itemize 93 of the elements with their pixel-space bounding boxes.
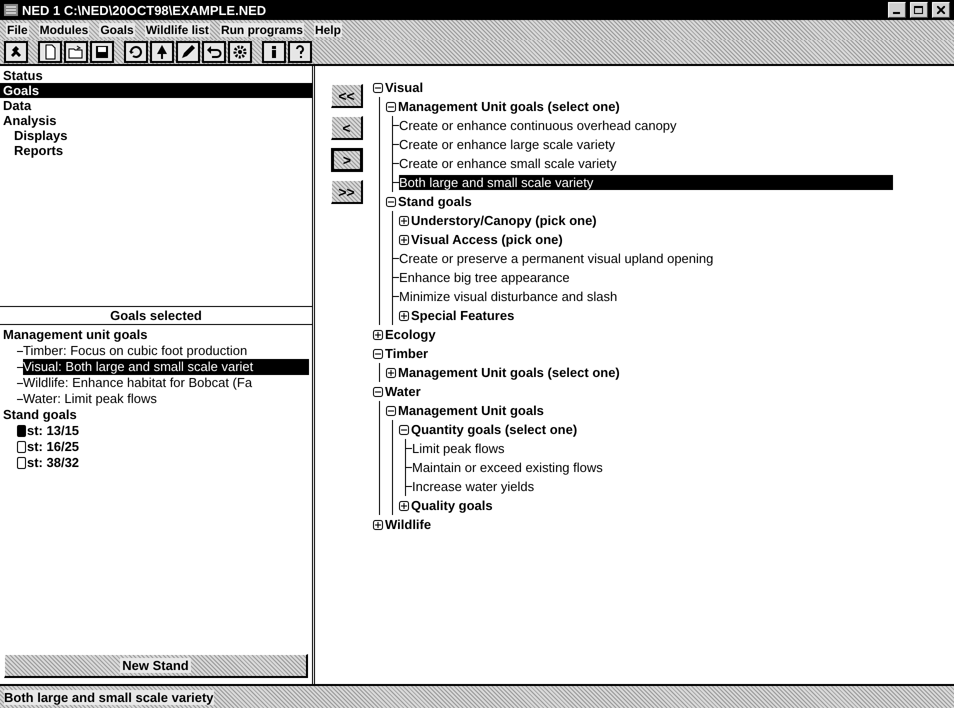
menu-item[interactable]: Wildlife list — [144, 23, 210, 37]
new-stand-button[interactable]: New Stand — [4, 654, 308, 678]
tree-item[interactable]: Limit peak flows — [412, 441, 504, 456]
tree-item[interactable]: Create or enhance continuous overhead canopy — [399, 118, 677, 133]
pencil-icon — [180, 44, 196, 60]
toolbar-button[interactable] — [228, 41, 252, 63]
tree-group-label[interactable]: Quality goals — [411, 498, 493, 513]
move-button[interactable]: > — [331, 148, 363, 172]
window-title: NED 1 C:\NED\20OCT98\EXAMPLE.NED — [22, 2, 268, 18]
expand-icon[interactable] — [399, 500, 409, 510]
toolbar-button[interactable] — [176, 41, 200, 63]
toolbar-button[interactable] — [288, 41, 312, 63]
collapse-icon[interactable] — [373, 386, 383, 396]
app-icon — [4, 4, 18, 16]
tree-item[interactable]: Both large and small scale variety — [399, 175, 894, 190]
move-button[interactable]: < — [331, 116, 363, 140]
expand-icon[interactable] — [373, 520, 383, 530]
collapse-icon[interactable] — [399, 424, 409, 434]
tree-group-label[interactable]: Visual — [385, 80, 424, 95]
menu-item[interactable]: Help — [314, 23, 342, 37]
tree-group-label[interactable]: Timber — [385, 346, 428, 361]
menu-item[interactable]: Run programs — [220, 23, 304, 37]
group-label: Management unit goals — [3, 327, 148, 343]
expand-icon[interactable] — [373, 330, 383, 340]
folder-icon — [68, 44, 84, 60]
toolbar-button[interactable] — [202, 41, 226, 63]
undo-icon — [206, 44, 222, 60]
tree-group-label[interactable]: Management Unit goals (select one) — [398, 99, 620, 114]
tree-group-label[interactable]: Ecology — [385, 327, 436, 342]
menu-item[interactable]: Modules — [38, 23, 90, 37]
selected-goal[interactable]: Timber: Focus on cubic foot production — [23, 343, 309, 359]
nav-item[interactable]: Goals — [0, 83, 312, 98]
move-button[interactable]: << — [331, 84, 363, 108]
save-icon — [94, 44, 110, 60]
tree-item[interactable]: Minimize visual disturbance and slash — [399, 289, 618, 304]
gear-icon — [232, 44, 248, 60]
tree-group-label[interactable]: Quantity goals (select one) — [411, 422, 578, 437]
tree-group-label[interactable]: Wildlife — [385, 517, 432, 532]
nav-item[interactable]: Analysis — [0, 113, 312, 128]
stand-label[interactable]: st: 13/15 — [27, 423, 80, 439]
close-icon — [937, 6, 945, 14]
nav-item[interactable]: Reports — [0, 143, 312, 158]
maximize-icon — [914, 6, 924, 14]
tree-item[interactable]: Enhance big tree appearance — [399, 270, 570, 285]
close-button[interactable] — [932, 2, 950, 18]
collapse-icon[interactable] — [373, 82, 383, 92]
tree-group-label[interactable]: Water — [385, 384, 421, 399]
selected-goal[interactable]: Visual: Both large and small scale variet — [23, 359, 309, 375]
expand-icon[interactable] — [386, 368, 396, 378]
status-text: Both large and small scale variety — [4, 690, 214, 704]
move-button[interactable]: >> — [331, 180, 363, 204]
nav-item[interactable]: Data — [0, 98, 312, 113]
tree-group-label[interactable]: Management Unit goals — [398, 403, 544, 418]
nav-item[interactable]: Displays — [0, 128, 312, 143]
maximize-button[interactable] — [910, 2, 928, 18]
refresh-icon — [128, 44, 144, 60]
stand-label[interactable]: st: 16/25 — [27, 439, 80, 455]
collapse-icon[interactable] — [386, 102, 396, 112]
toolbar-button[interactable] — [38, 41, 62, 63]
stand-marker[interactable] — [17, 457, 26, 469]
menu-item[interactable]: Goals — [99, 23, 135, 37]
tree-item[interactable]: Maintain or exceed existing flows — [412, 460, 603, 475]
tree-item[interactable]: Increase water yields — [412, 479, 534, 494]
expand-icon[interactable] — [399, 310, 409, 320]
toolbar-button[interactable] — [4, 41, 28, 63]
collapse-icon[interactable] — [386, 406, 396, 416]
stand-marker[interactable] — [17, 425, 26, 437]
toolbar-button[interactable] — [262, 41, 286, 63]
toolbar-button[interactable] — [90, 41, 114, 63]
toolbar-button[interactable] — [150, 41, 174, 63]
tree-group-label[interactable]: Visual Access (pick one) — [411, 232, 563, 247]
collapse-icon[interactable] — [386, 196, 396, 206]
collapse-icon[interactable] — [373, 348, 383, 358]
tree-group-label[interactable]: Understory/Canopy (pick one) — [411, 213, 597, 228]
tree-item[interactable]: Create or enhance small scale variety — [399, 156, 616, 171]
toolbar-button[interactable] — [124, 41, 148, 63]
expand-icon[interactable] — [399, 216, 409, 226]
minimize-button[interactable] — [888, 2, 906, 18]
stand-label[interactable]: st: 38/32 — [27, 455, 80, 471]
tree-item[interactable]: Create or enhance large scale variety — [399, 137, 616, 152]
selected-goal[interactable]: Water: Limit peak flows — [23, 391, 309, 407]
group-label: Stand goals — [3, 407, 78, 423]
menu-item[interactable]: File — [6, 23, 29, 37]
tree-group-label[interactable]: Stand goals — [398, 194, 472, 209]
stand-marker[interactable] — [17, 441, 26, 453]
panel-header: Goals selected — [0, 306, 312, 325]
nav-item[interactable]: Status — [0, 68, 312, 83]
selected-goal[interactable]: Wildlife: Enhance habitat for Bobcat (Fa — [23, 375, 309, 391]
tree-item[interactable]: Create or preserve a permanent visual upland opening — [399, 251, 714, 266]
toolbar-button[interactable] — [64, 41, 88, 63]
tree-group-label[interactable]: Special Features — [411, 308, 514, 323]
expand-icon[interactable] — [399, 234, 409, 244]
tree-group-label[interactable]: Management Unit goals (select one) — [398, 365, 620, 380]
